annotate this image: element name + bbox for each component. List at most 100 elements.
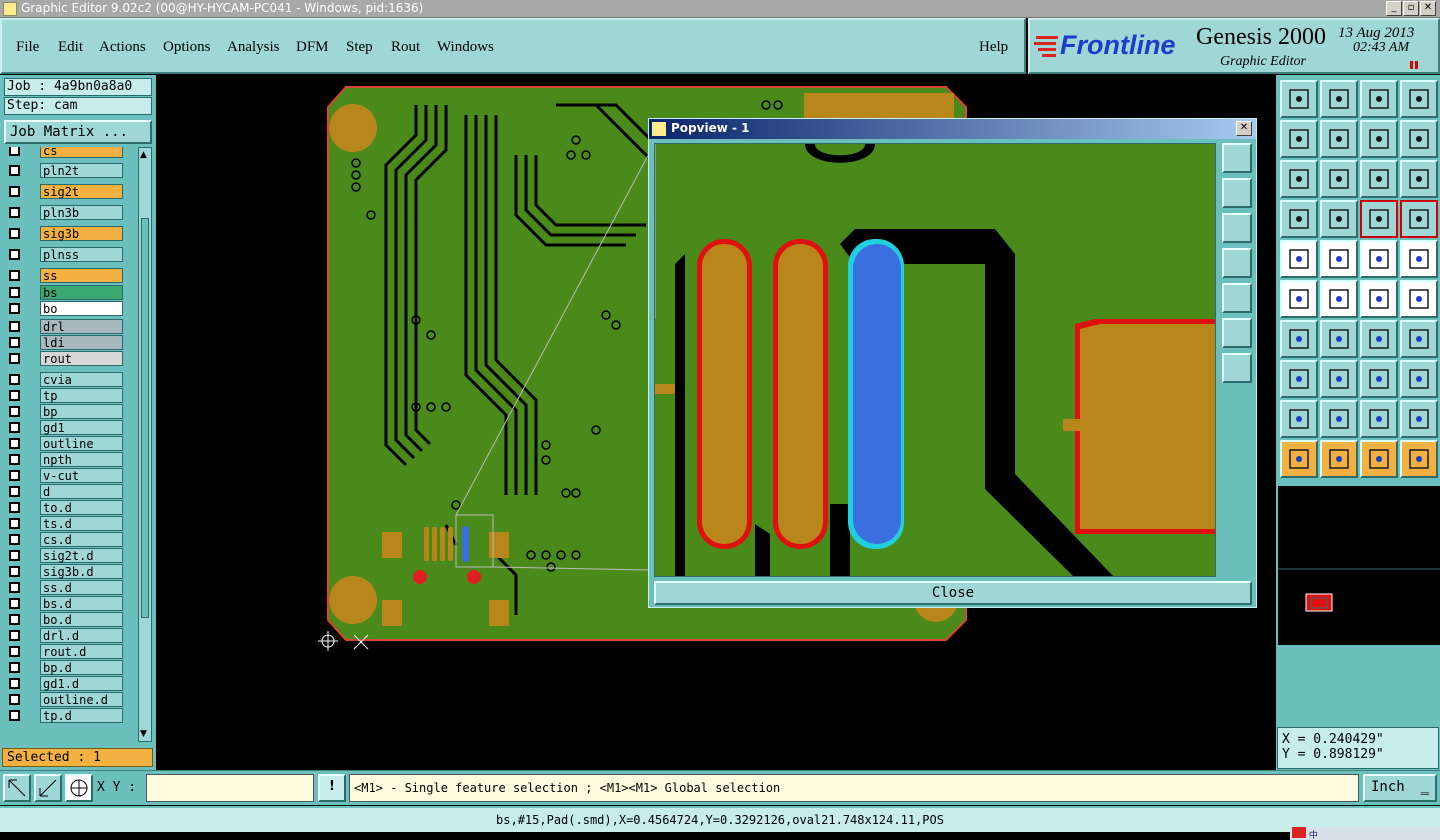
pan-left-button[interactable] — [1280, 120, 1318, 158]
scroll-up-icon[interactable]: ▲ — [140, 150, 150, 160]
layer-name[interactable]: ss — [40, 268, 123, 283]
layer-name[interactable]: sig3b.d — [40, 564, 123, 579]
layer-config-button[interactable] — [1400, 200, 1438, 238]
layer-row-rout-d[interactable]: rout.d — [4, 644, 126, 659]
popview-pan-left-button[interactable] — [1222, 248, 1252, 278]
layer-row-bp[interactable]: bp — [4, 404, 126, 419]
measure-mode-button[interactable] — [34, 774, 62, 802]
ruler-button[interactable] — [1360, 240, 1398, 278]
layer-name[interactable]: drl — [40, 319, 123, 334]
fillet-button[interactable] — [1280, 400, 1318, 438]
tray-app-icon[interactable] — [1292, 827, 1306, 838]
draw-line-button[interactable] — [1320, 320, 1358, 358]
menu-rout[interactable]: Rout — [391, 39, 420, 56]
layer-checkbox[interactable] — [9, 678, 20, 689]
menu-windows[interactable]: Windows — [437, 39, 494, 56]
window-title-bar[interactable]: Graphic Editor 9.02c2 (00@HY-HYCAM-PC041… — [0, 0, 1440, 18]
xy-input[interactable] — [146, 774, 314, 802]
layer-checkbox[interactable] — [9, 374, 20, 385]
layer-checkbox[interactable] — [9, 454, 20, 465]
snap-mode-button[interactable] — [3, 774, 31, 802]
popview-pan-right-button[interactable] — [1222, 283, 1252, 313]
layer-row-ss[interactable]: ss — [4, 268, 126, 283]
scroll-down-icon[interactable]: ▼ — [140, 729, 150, 739]
ime-indicator[interactable]: 中 — [1309, 831, 1318, 840]
popview-zoom-in-button[interactable] — [1222, 143, 1252, 173]
layer-checkbox[interactable] — [9, 422, 20, 433]
select-box-button[interactable] — [1320, 440, 1358, 478]
layer-checkbox[interactable] — [9, 598, 20, 609]
center-button[interactable] — [1320, 160, 1358, 198]
layer-checkbox[interactable] — [9, 207, 20, 218]
menu-edit[interactable]: Edit — [58, 39, 83, 56]
trim-button[interactable] — [1320, 360, 1358, 398]
layer-name[interactable]: bs — [40, 285, 123, 300]
layer-name[interactable]: bp — [40, 404, 123, 419]
overview-map[interactable] — [1278, 485, 1440, 645]
layer-row-bs[interactable]: bs — [4, 285, 126, 300]
layer-row-tp[interactable]: tp — [4, 388, 126, 403]
popview-window[interactable]: Popview - 1 ✕ Close — [648, 118, 1257, 608]
layer-name[interactable]: cs — [40, 147, 123, 158]
popview-close-icon[interactable]: ✕ — [1236, 121, 1252, 136]
popview-fit-button[interactable] — [1222, 318, 1252, 348]
menu-file[interactable]: File — [16, 39, 39, 56]
popview-canvas[interactable] — [654, 143, 1216, 577]
layer-name[interactable]: gd1 — [40, 420, 123, 435]
layer-row-outline-d[interactable]: outline.d — [4, 692, 126, 707]
layer-name[interactable]: tp — [40, 388, 123, 403]
layer-row-bo-d[interactable]: bo.d — [4, 612, 126, 627]
delete-button[interactable] — [1320, 280, 1358, 318]
select-button[interactable] — [1280, 440, 1318, 478]
layer-name[interactable]: tp.d — [40, 708, 123, 723]
popview-close-button[interactable]: Close — [654, 581, 1252, 605]
minimize-button[interactable]: _ — [1386, 1, 1402, 16]
layer-checkbox[interactable] — [9, 228, 20, 239]
select-cursor-button[interactable] — [1360, 440, 1398, 478]
arc-button[interactable] — [1320, 400, 1358, 438]
move-button[interactable] — [1360, 280, 1398, 318]
layer-list-scrollbar[interactable]: ▲ ▼ — [138, 147, 152, 742]
layer-checkbox[interactable] — [9, 518, 20, 529]
layer-checkbox[interactable] — [9, 534, 20, 545]
layer-checkbox[interactable] — [9, 694, 20, 705]
layer-row-gd1[interactable]: gd1 — [4, 420, 126, 435]
layer-name[interactable]: bp.d — [40, 660, 123, 675]
layer-checkbox[interactable] — [9, 614, 20, 625]
array-button[interactable] — [1400, 360, 1438, 398]
layer-row-sig2t-d[interactable]: sig2t.d — [4, 548, 126, 563]
layer-name[interactable]: cvia — [40, 372, 123, 387]
layer-row-drl-d[interactable]: drl.d — [4, 628, 126, 643]
grid-button[interactable] — [1320, 200, 1358, 238]
down-button[interactable] — [1320, 80, 1358, 118]
polygon-button[interactable] — [1320, 240, 1358, 278]
popview-zoom-view[interactable] — [655, 144, 1216, 577]
layer-row-bo[interactable]: bo — [4, 301, 126, 316]
menu-analysis[interactable]: Analysis — [227, 39, 280, 56]
layer-row-sig2t[interactable]: sig2t — [4, 184, 126, 199]
ratio-button[interactable] — [1360, 160, 1398, 198]
layer-name[interactable]: ldi — [40, 335, 123, 350]
layer-name[interactable]: v-cut — [40, 468, 123, 483]
rotate-button[interactable] — [1360, 320, 1398, 358]
layer-name[interactable]: npth — [40, 452, 123, 467]
pan-right-button[interactable] — [1320, 120, 1358, 158]
layer-name[interactable]: outline — [40, 436, 123, 451]
layer-row-npth[interactable]: npth — [4, 452, 126, 467]
layer-name[interactable]: ss.d — [40, 580, 123, 595]
layer-row-sig3b-d[interactable]: sig3b.d — [4, 564, 126, 579]
cycle-button[interactable] — [1400, 120, 1438, 158]
cut-button[interactable] — [1400, 400, 1438, 438]
layer-name[interactable]: bo — [40, 301, 123, 316]
layer-name[interactable]: pln3b — [40, 205, 123, 220]
resize-button[interactable] — [1280, 360, 1318, 398]
layer-checkbox[interactable] — [9, 438, 20, 449]
layer-checkbox[interactable] — [9, 566, 20, 577]
menu-options[interactable]: Options — [163, 39, 211, 56]
overview-map-view[interactable] — [1278, 486, 1440, 646]
layer-checkbox[interactable] — [9, 406, 20, 417]
split-view-button[interactable] — [1400, 80, 1438, 118]
settings-button[interactable] — [1280, 200, 1318, 238]
layer-checkbox[interactable] — [9, 550, 20, 561]
layer-checkbox[interactable] — [9, 390, 20, 401]
